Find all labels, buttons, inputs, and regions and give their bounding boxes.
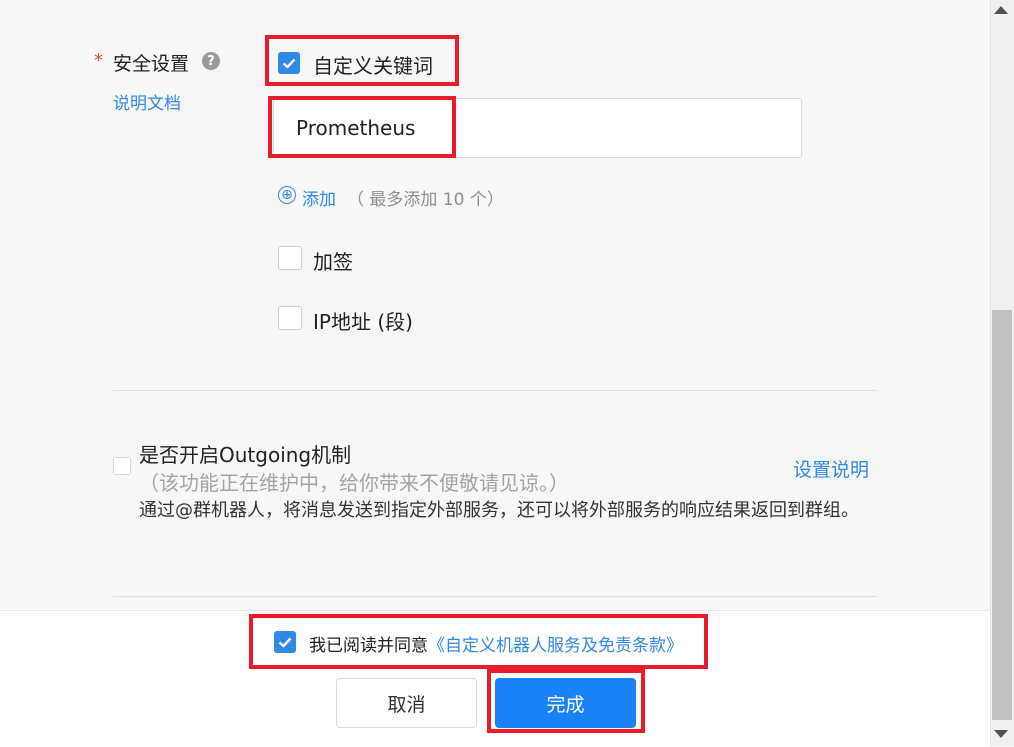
done-highlight-box: [487, 669, 645, 733]
question-icon[interactable]: ?: [202, 52, 220, 70]
outgoing-checkbox[interactable]: [113, 457, 131, 475]
outgoing-maintenance-note: （该功能正在维护中，给你带来不便敬请见谅。）: [139, 471, 569, 495]
scroll-down-arrow-icon[interactable]: [994, 730, 1008, 738]
scroll-up-arrow-icon[interactable]: [994, 6, 1008, 14]
agreement-text: 我已阅读并同意《自定义机器人服务及免责条款》: [309, 631, 683, 656]
agreement-checkbox[interactable]: [274, 631, 296, 653]
required-mark: *: [94, 50, 103, 71]
sign-option-label: 加签: [313, 250, 353, 274]
scrollbar-thumb[interactable]: [992, 310, 1012, 720]
ip-checkbox[interactable]: [278, 306, 302, 330]
keyword-input-highlight-box: [268, 96, 456, 158]
agreement-label: 我已阅读并同意: [309, 636, 428, 656]
cancel-button[interactable]: 取消: [336, 678, 477, 728]
sign-checkbox[interactable]: [278, 246, 302, 270]
keyword-option-label: 自定义关键词: [313, 54, 433, 78]
check-icon: [278, 637, 292, 648]
security-settings-label: 安全设置: [113, 53, 190, 75]
outgoing-help-link[interactable]: 设置说明: [793, 455, 869, 482]
footer-divider: [113, 596, 877, 597]
outgoing-title: 是否开启Outgoing机制: [139, 443, 352, 467]
section-divider: [113, 390, 877, 391]
check-icon: [282, 58, 296, 69]
docs-link[interactable]: 说明文档: [113, 89, 181, 114]
ip-option-label: IP地址 (段): [313, 310, 413, 334]
add-limit-hint: （ 最多添加 10 个）: [347, 190, 504, 210]
outgoing-description: 通过@群机器人，将消息发送到指定外部服务，还可以将外部服务的响应结果返回到群组。: [139, 500, 859, 521]
terms-link[interactable]: 《自定义机器人服务及免责条款》: [428, 636, 683, 656]
outgoing-title-block: 是否开启Outgoing机制 （该功能正在维护中，给你带来不便敬请见谅。）: [139, 441, 779, 497]
add-keyword-button[interactable]: 添加: [302, 185, 336, 210]
keyword-checkbox[interactable]: [278, 52, 300, 74]
add-circle-icon[interactable]: ⊕: [278, 186, 296, 204]
